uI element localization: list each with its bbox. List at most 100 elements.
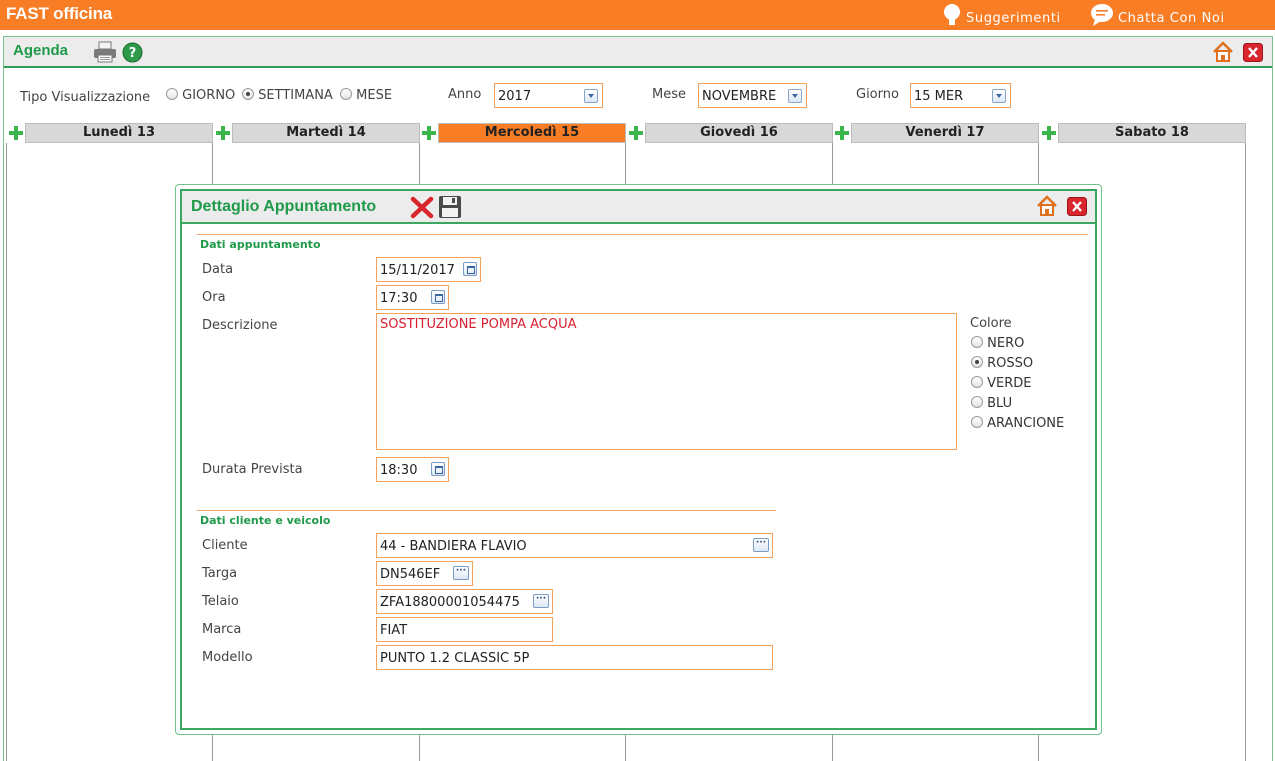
color-label: Colore <box>970 316 1012 331</box>
day-label: Giorno <box>856 87 899 102</box>
help-button[interactable]: ? <box>122 42 143 67</box>
dialog-home-button[interactable] <box>1036 195 1058 221</box>
ellipsis-lookup-icon[interactable]: ··· <box>753 538 769 552</box>
day-header-tuesday: Martedì 14 <box>232 123 420 143</box>
clock-picker-icon[interactable] <box>431 290 445 304</box>
ellipsis-lookup-icon[interactable]: ··· <box>453 566 469 580</box>
chat-button[interactable]: Chatta Con Noi <box>1090 3 1225 27</box>
day-header-monday: Lunedì 13 <box>25 123 213 143</box>
agenda-home-button[interactable] <box>1212 41 1234 67</box>
client-value: 44 - BANDIERA FLAVIO <box>380 539 527 554</box>
month-select[interactable]: NOVEMBRE <box>698 83 807 108</box>
month-value: NOVEMBRE <box>702 89 777 104</box>
clock-picker-icon[interactable] <box>431 462 445 476</box>
duration-field[interactable]: 18:30 <box>376 457 449 482</box>
day-header-friday: Venerdì 17 <box>851 123 1039 143</box>
chassis-field[interactable]: ZFA18800001054475 ··· <box>376 589 553 614</box>
radio-blu[interactable] <box>971 396 983 408</box>
color-option-arancione[interactable]: ARANCIONE <box>971 416 1064 431</box>
radio-rosso[interactable] <box>971 356 983 368</box>
chevron-down-icon <box>992 89 1006 103</box>
section-divider <box>197 510 776 511</box>
chevron-down-icon <box>788 89 802 103</box>
radio-arancione[interactable] <box>971 416 983 428</box>
print-button[interactable] <box>93 41 117 67</box>
radio-week[interactable] <box>242 88 254 100</box>
day-header-wednesday: Mercoledì 15 <box>438 123 626 143</box>
delete-button[interactable] <box>410 195 434 223</box>
agenda-header: Agenda ? <box>4 37 1272 68</box>
year-label: Anno <box>448 87 482 102</box>
suggestions-button[interactable]: Suggerimenti <box>942 3 1061 27</box>
description-textarea[interactable]: SOSTITUZIONE POMPA ACQUA <box>376 313 957 450</box>
delete-x-icon <box>410 196 434 219</box>
color-option-rosso[interactable]: ROSSO <box>971 356 1033 371</box>
app-title: FAST officina <box>6 4 113 23</box>
time-field[interactable]: 17:30 <box>376 285 449 310</box>
chassis-label: Telaio <box>202 594 239 609</box>
printer-icon <box>94 41 116 63</box>
view-option-week[interactable]: SETTIMANA <box>242 88 333 103</box>
view-option-day[interactable]: GIORNO <box>166 88 235 103</box>
color-option-verde[interactable]: VERDE <box>971 376 1032 391</box>
add-appointment-friday[interactable] <box>834 124 850 142</box>
description-label: Descrizione <box>202 318 278 333</box>
suggestions-label: Suggerimenti <box>966 10 1061 26</box>
client-label: Cliente <box>202 538 248 553</box>
month-label: Mese <box>652 87 686 102</box>
top-bar: FAST officina Suggerimenti Chatta Con No… <box>0 0 1275 30</box>
add-appointment-monday[interactable] <box>8 124 24 142</box>
view-option-day-label: GIORNO <box>182 88 236 103</box>
dialog-title: Dettaglio Appuntamento <box>191 198 377 215</box>
column-divider <box>6 143 7 761</box>
brand-field[interactable]: FIAT <box>376 617 553 642</box>
add-appointment-thursday[interactable] <box>628 124 644 142</box>
plate-label: Targa <box>202 566 238 581</box>
add-appointment-wednesday[interactable] <box>421 124 437 142</box>
agenda-close-button[interactable] <box>1243 43 1263 66</box>
view-option-month[interactable]: MESE <box>340 88 392 103</box>
date-field[interactable]: 15/11/2017 <box>376 257 481 282</box>
floppy-disk-icon <box>439 196 461 218</box>
client-field[interactable]: 44 - BANDIERA FLAVIO ··· <box>376 533 773 558</box>
dialog-close-button[interactable] <box>1067 197 1087 220</box>
color-option-blu[interactable]: BLU <box>971 396 1012 411</box>
ellipsis-lookup-icon[interactable]: ··· <box>533 594 549 608</box>
radio-verde[interactable] <box>971 376 983 388</box>
add-appointment-saturday[interactable] <box>1041 124 1057 142</box>
view-option-week-label: SETTIMANA <box>258 88 333 103</box>
save-button[interactable] <box>438 195 462 223</box>
lightbulb-icon <box>944 4 960 25</box>
year-select[interactable]: 2017 <box>494 83 603 108</box>
day-header-saturday: Sabato 18 <box>1058 123 1246 143</box>
date-value: 15/11/2017 <box>380 263 455 278</box>
year-value: 2017 <box>498 89 532 104</box>
day-value: 15 MER <box>914 89 964 104</box>
add-appointment-tuesday[interactable] <box>215 124 231 142</box>
day-header-thursday: Giovedì 16 <box>645 123 833 143</box>
time-label: Ora <box>202 290 226 305</box>
color-option-label: ROSSO <box>987 356 1034 371</box>
chat-label: Chatta Con Noi <box>1118 10 1225 26</box>
radio-month[interactable] <box>340 88 352 100</box>
chevron-down-icon <box>584 89 598 103</box>
duration-label: Durata Prevista <box>202 462 303 477</box>
close-icon <box>1067 197 1087 216</box>
plate-field[interactable]: DN546EF ··· <box>376 561 473 586</box>
color-option-label: NERO <box>987 336 1025 351</box>
svg-text:?: ? <box>129 46 137 61</box>
color-option-nero[interactable]: NERO <box>971 336 1024 351</box>
model-label: Modello <box>202 650 253 665</box>
model-field[interactable]: PUNTO 1.2 CLASSIC 5P <box>376 645 773 670</box>
calendar-icon[interactable] <box>463 262 477 276</box>
brand-value: FIAT <box>380 623 408 638</box>
help-icon: ? <box>122 42 143 63</box>
section-appointment-title: Dati appuntamento <box>200 238 321 251</box>
radio-day[interactable] <box>166 88 178 100</box>
color-option-label: BLU <box>987 396 1013 411</box>
home-icon <box>1037 195 1057 216</box>
radio-nero[interactable] <box>971 336 983 348</box>
section-divider <box>197 234 1088 235</box>
day-select[interactable]: 15 MER <box>910 83 1011 108</box>
model-value: PUNTO 1.2 CLASSIC 5P <box>380 651 530 666</box>
